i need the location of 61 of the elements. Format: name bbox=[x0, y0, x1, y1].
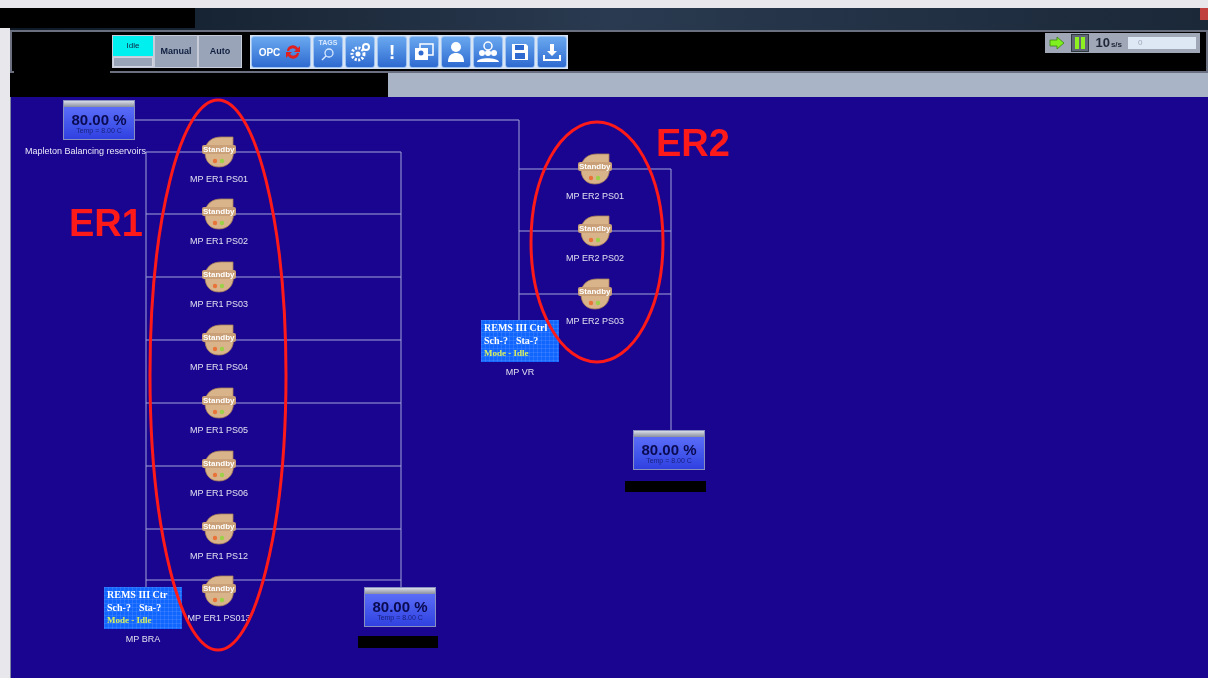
reservoir-label: Mapleton Balancing reservoirs bbox=[25, 145, 147, 158]
pump-label: MP ER1 PS03 bbox=[189, 299, 249, 310]
pump-label: MP ER1 PS02 bbox=[189, 236, 249, 247]
arrow-right-icon[interactable] bbox=[1049, 36, 1066, 50]
group-label: ER2 bbox=[656, 123, 730, 163]
pump-status: Standby bbox=[578, 162, 612, 171]
level-percent: 80.00 % bbox=[71, 111, 127, 127]
download-button[interactable] bbox=[537, 36, 567, 68]
search-icon bbox=[321, 47, 335, 61]
controller-label: MP VR bbox=[504, 367, 536, 378]
station-status: Sta-? bbox=[515, 334, 539, 347]
users-button[interactable] bbox=[473, 36, 503, 68]
mode-button[interactable]: Manual bbox=[155, 36, 197, 67]
alarm-button[interactable]: ! bbox=[377, 36, 407, 68]
user-button[interactable] bbox=[441, 36, 471, 68]
pump-status: Standby bbox=[202, 333, 236, 342]
mode-button[interactable]: Auto bbox=[199, 36, 241, 67]
download-icon bbox=[542, 42, 562, 62]
pump-status: Standby bbox=[202, 207, 236, 216]
pause-icon bbox=[1074, 36, 1087, 50]
pump-label: MP ER2 PS01 bbox=[565, 191, 625, 202]
mode-button[interactable]: Idle bbox=[113, 36, 153, 56]
schedule-status: Sch-? bbox=[107, 601, 131, 614]
settings-button[interactable] bbox=[345, 36, 375, 68]
level-percent: 80.00 % bbox=[641, 441, 697, 457]
pump-status: Standby bbox=[202, 522, 236, 531]
pump-status: Standby bbox=[202, 584, 236, 593]
group-label: ER1 bbox=[69, 203, 143, 243]
pump-label: MP ER2 PS02 bbox=[565, 253, 625, 264]
station-status: Sta-? bbox=[138, 601, 162, 614]
users-icon bbox=[476, 41, 500, 63]
pump-label: MP ER1 PS06 bbox=[189, 488, 249, 499]
pump-label: MP ER1 PS01 bbox=[189, 174, 249, 185]
pump-status: Standby bbox=[578, 287, 612, 296]
pump-status: Standby bbox=[202, 459, 236, 468]
mode-status: Mode - Idle bbox=[107, 614, 153, 627]
rate-value: 10s/s bbox=[1095, 34, 1122, 53]
controller-title: REMS III Ctrl bbox=[484, 321, 549, 334]
gears-icon bbox=[349, 41, 371, 63]
controller-panel[interactable]: REMS III Ctrl Sch-? Sta-? Mode - Idle bbox=[481, 320, 559, 362]
controller-label: MP BRA bbox=[124, 634, 162, 645]
pump-label: MP ER1 PS05 bbox=[189, 425, 249, 436]
pump-label: MP ER1 PS04 bbox=[189, 362, 249, 373]
pause-button[interactable] bbox=[1071, 34, 1090, 52]
opc-button[interactable]: OPC bbox=[251, 36, 311, 68]
controller-panel[interactable]: REMS III Ctr Sch-? Sta-? Mode - Idle bbox=[104, 587, 182, 629]
user-icon bbox=[447, 41, 465, 63]
pictures-icon bbox=[413, 42, 435, 62]
pump-label: MP ER2 PS03 bbox=[565, 316, 625, 327]
pump-status: Standby bbox=[578, 224, 612, 233]
controller-title: REMS III Ctr bbox=[107, 588, 169, 601]
pump-status: Standby bbox=[202, 145, 236, 154]
pump-status: Standby bbox=[202, 270, 236, 279]
level-percent: 80.00 % bbox=[372, 598, 428, 614]
pump-status: Standby bbox=[202, 396, 236, 405]
mode-status: Mode - Idle bbox=[484, 347, 530, 360]
save-button[interactable] bbox=[505, 36, 535, 68]
save-icon bbox=[510, 42, 530, 62]
gallery-button[interactable] bbox=[409, 36, 439, 68]
schedule-status: Sch-? bbox=[484, 334, 508, 347]
pump-label: MP ER1 PS12 bbox=[189, 551, 249, 562]
